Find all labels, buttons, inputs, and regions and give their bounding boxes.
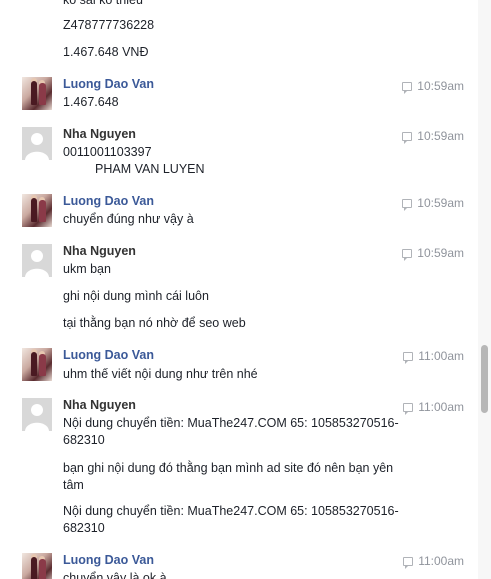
message-timestamp: 11:00am	[403, 399, 464, 415]
message-timestamp: 10:59am	[402, 128, 464, 144]
message-line: Nội dung chuyển tiền: MuaThe247.COM 65: …	[63, 504, 399, 518]
message-line: 1.467.648 VNĐ	[63, 45, 149, 59]
chat-bubble-icon	[402, 199, 413, 211]
user-avatar[interactable]	[22, 553, 52, 579]
message-timestamp: 10:59am	[402, 78, 464, 94]
user-avatar[interactable]	[22, 244, 52, 277]
chat-history: ko sai ko thiếu Z478777736228 1.467.648 …	[0, 0, 478, 579]
chat-bubble-icon	[402, 132, 413, 144]
message-line: 682310	[63, 521, 105, 535]
message-line: Z478777736228	[63, 18, 155, 32]
chat-bubble-icon	[403, 352, 414, 364]
message-timestamp: 10:59am	[402, 195, 464, 211]
user-avatar[interactable]	[22, 77, 52, 110]
message-line: ukm bạn	[63, 262, 111, 276]
chat-bubble-icon	[403, 557, 414, 569]
message-line: 682310	[63, 433, 105, 447]
message-line: 1.467.648	[63, 95, 119, 109]
author-name[interactable]: Nha Nguyen	[63, 243, 136, 259]
chat-bubble-icon	[402, 82, 413, 94]
author-name[interactable]: Luong Dao Van	[63, 347, 154, 363]
message-timestamp: 11:00am	[403, 553, 464, 569]
author-name[interactable]: Luong Dao Van	[63, 76, 154, 92]
message-line: 0011001103397	[63, 145, 152, 159]
message-line: bạn ghi nội dung đó thằng bạn mình ad si…	[63, 461, 394, 475]
message-line: PHAM VAN LUYEN	[95, 162, 205, 176]
message-line: chuyển đúng như vậy à	[63, 212, 194, 226]
author-name[interactable]: Nha Nguyen	[63, 397, 136, 413]
chat-bubble-icon	[402, 249, 413, 261]
message-line: ko sai ko thiếu	[63, 0, 143, 7]
message-line: chuyển vậy là ok à	[63, 571, 167, 579]
user-avatar[interactable]	[22, 127, 52, 160]
scrollbar[interactable]	[478, 0, 491, 579]
scrollbar-thumb[interactable]	[481, 345, 488, 413]
user-avatar[interactable]	[22, 194, 52, 227]
user-avatar[interactable]	[22, 348, 52, 381]
user-avatar[interactable]	[22, 398, 52, 431]
message-line: uhm thế viết nội dung như trên nhé	[63, 367, 258, 381]
message-line: tại thằng bạn nó nhờ để seo web	[63, 316, 246, 330]
message-line: ghi nội dung mình cái luôn	[63, 289, 209, 303]
author-name[interactable]: Nha Nguyen	[63, 126, 136, 142]
author-name[interactable]: Luong Dao Van	[63, 193, 154, 209]
message-line: tâm	[63, 478, 84, 492]
chat-bubble-icon	[403, 403, 414, 415]
message-timestamp: 10:59am	[402, 245, 464, 261]
message-timestamp: 11:00am	[403, 348, 464, 364]
message-line: Nội dung chuyển tiền: MuaThe247.COM 65: …	[63, 416, 399, 430]
author-name[interactable]: Luong Dao Van	[63, 552, 154, 568]
